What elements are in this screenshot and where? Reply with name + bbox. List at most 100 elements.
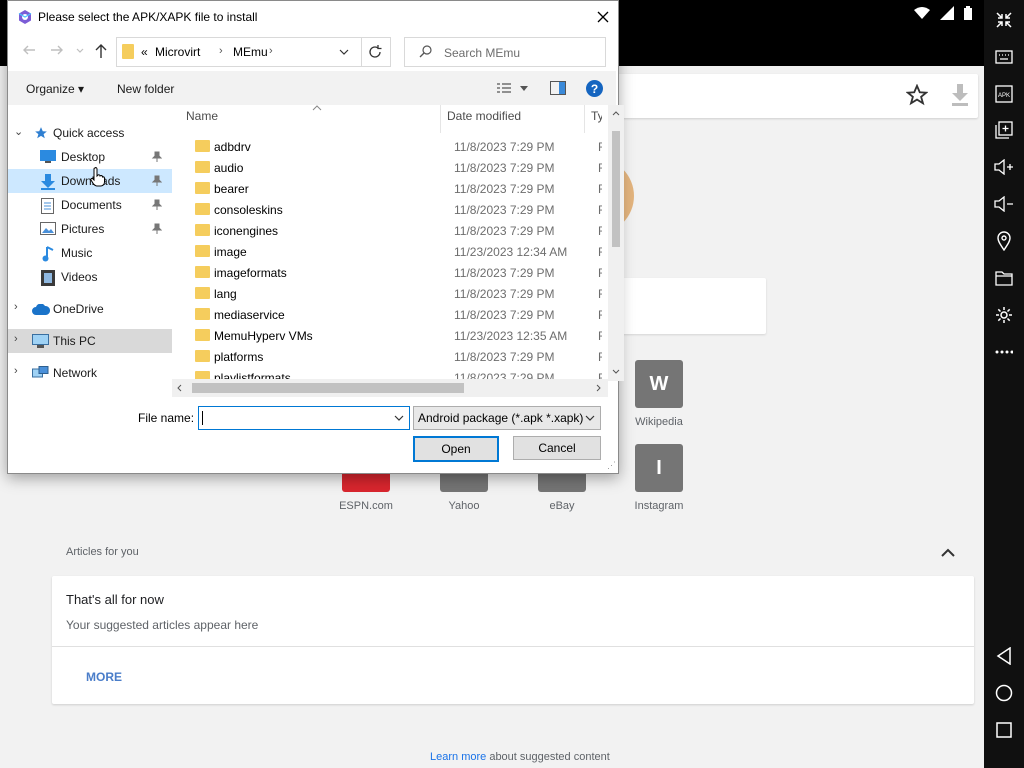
chevron-right-icon[interactable]: › bbox=[269, 45, 273, 57]
up-arrow-icon[interactable] bbox=[94, 43, 108, 59]
chevron-right-icon[interactable]: › bbox=[219, 45, 223, 57]
folder-icon[interactable] bbox=[984, 264, 1024, 292]
column-header-name[interactable]: Name bbox=[186, 109, 218, 133]
file-row[interactable]: adbdrv 11/8/2023 7:29 PM Fi bbox=[178, 136, 602, 157]
recents-icon[interactable] bbox=[984, 716, 1024, 744]
computer-icon bbox=[32, 334, 49, 348]
column-separator[interactable] bbox=[584, 105, 585, 133]
pin-icon[interactable] bbox=[151, 151, 162, 162]
pin-icon[interactable] bbox=[151, 199, 162, 210]
chevron-down-icon[interactable] bbox=[339, 49, 349, 56]
text-caret bbox=[202, 411, 203, 425]
breadcrumb-overflow[interactable]: « bbox=[141, 45, 148, 59]
file-type: Fi bbox=[598, 245, 602, 259]
nav-documents[interactable]: Documents bbox=[8, 193, 172, 217]
open-button[interactable]: Open bbox=[413, 436, 499, 462]
vertical-scrollbar[interactable] bbox=[608, 105, 624, 381]
pin-icon[interactable] bbox=[151, 223, 162, 234]
organize-button[interactable]: Organize ▾ bbox=[26, 82, 84, 96]
breadcrumb-microvirt[interactable]: Microvirt bbox=[155, 45, 200, 59]
chevron-down-icon[interactable] bbox=[394, 415, 404, 422]
back-icon[interactable] bbox=[984, 642, 1024, 670]
apk-icon[interactable]: APK bbox=[984, 80, 1024, 108]
dialog-title: Please select the APK/XAPK file to insta… bbox=[38, 10, 258, 24]
more-icon[interactable] bbox=[984, 338, 1024, 366]
settings-icon[interactable] bbox=[984, 301, 1024, 329]
chevron-down-icon[interactable] bbox=[520, 86, 528, 91]
chevron-right-icon[interactable]: › bbox=[14, 365, 18, 377]
volume-down-icon[interactable] bbox=[984, 190, 1024, 218]
file-row[interactable]: imageformats 11/8/2023 7:29 PM Fi bbox=[178, 262, 602, 283]
home-icon[interactable] bbox=[984, 679, 1024, 707]
close-button[interactable] bbox=[588, 1, 618, 33]
nav-onedrive[interactable]: › OneDrive bbox=[8, 297, 172, 321]
location-icon[interactable] bbox=[984, 227, 1024, 255]
download-icon[interactable] bbox=[950, 84, 970, 106]
chevron-right-icon[interactable]: › bbox=[14, 333, 18, 345]
column-header-date[interactable]: Date modified bbox=[447, 109, 521, 133]
scroll-up-icon[interactable] bbox=[612, 111, 620, 116]
add-window-icon[interactable] bbox=[984, 116, 1024, 144]
file-row[interactable]: mediaservice 11/8/2023 7:29 PM Fi bbox=[178, 304, 602, 325]
scroll-right-icon[interactable] bbox=[596, 384, 601, 392]
bookmark-star-icon[interactable] bbox=[906, 84, 928, 106]
file-row[interactable]: iconengines 11/8/2023 7:29 PM Fi bbox=[178, 220, 602, 241]
nav-desktop[interactable]: Desktop bbox=[8, 145, 172, 169]
column-header-type[interactable]: Ty bbox=[591, 109, 602, 133]
scrollbar-thumb[interactable] bbox=[192, 383, 464, 393]
help-icon[interactable]: ? bbox=[586, 80, 603, 97]
new-folder-button[interactable]: New folder bbox=[117, 82, 174, 96]
breadcrumb-memu[interactable]: MEmu bbox=[233, 45, 268, 59]
tile-wikipedia[interactable]: W Wikipedia bbox=[614, 360, 704, 428]
cancel-button[interactable]: Cancel bbox=[513, 436, 601, 460]
nav-network[interactable]: › Network bbox=[8, 361, 172, 385]
search-input[interactable]: Search MEmu bbox=[404, 37, 606, 67]
suggestion-card bbox=[600, 278, 766, 334]
keyboard-icon[interactable] bbox=[984, 43, 1024, 71]
address-breadcrumb[interactable]: « Microvirt › MEmu › bbox=[116, 37, 362, 67]
preview-pane-icon[interactable] bbox=[550, 81, 566, 95]
nav-label: Videos bbox=[61, 270, 98, 284]
forward-arrow-icon[interactable] bbox=[50, 43, 64, 57]
resize-grip-icon[interactable]: ⋰ bbox=[607, 460, 616, 471]
chevron-down-icon[interactable]: ⌄ bbox=[14, 125, 23, 138]
horizontal-scrollbar[interactable] bbox=[172, 379, 608, 397]
file-row[interactable]: bearer 11/8/2023 7:29 PM Fi bbox=[178, 178, 602, 199]
file-row[interactable]: lang 11/8/2023 7:29 PM Fi bbox=[178, 283, 602, 304]
scrollbar-thumb[interactable] bbox=[612, 131, 620, 247]
tile-instagram[interactable]: I Instagram bbox=[614, 444, 704, 512]
recent-locations-chevron-icon[interactable] bbox=[76, 48, 84, 54]
file-row[interactable]: audio 11/8/2023 7:29 PM Fi bbox=[178, 157, 602, 178]
more-button[interactable]: MORE bbox=[86, 670, 122, 684]
divider bbox=[52, 646, 974, 647]
dialog-titlebar[interactable]: Please select the APK/XAPK file to insta… bbox=[8, 1, 618, 33]
nav-music[interactable]: Music bbox=[8, 241, 172, 265]
nav-pictures[interactable]: Pictures bbox=[8, 217, 172, 241]
refresh-button[interactable] bbox=[360, 37, 391, 67]
learn-more-link[interactable]: Learn more bbox=[430, 751, 486, 763]
folder-icon bbox=[195, 329, 210, 341]
view-options-icon[interactable] bbox=[496, 82, 512, 94]
nav-this-pc[interactable]: › This PC bbox=[8, 329, 172, 353]
scroll-down-icon[interactable] bbox=[612, 369, 620, 374]
column-separator[interactable] bbox=[440, 105, 441, 133]
pin-icon[interactable] bbox=[151, 175, 162, 186]
chevron-right-icon[interactable]: › bbox=[14, 301, 18, 313]
volume-up-icon[interactable] bbox=[984, 153, 1024, 181]
fullscreen-icon[interactable] bbox=[984, 6, 1024, 34]
file-row[interactable]: consoleskins 11/8/2023 7:29 PM Fi bbox=[178, 199, 602, 220]
file-name-input[interactable] bbox=[198, 406, 410, 430]
scroll-left-icon[interactable] bbox=[177, 384, 182, 392]
file-row[interactable]: image 11/23/2023 12:34 AM Fi bbox=[178, 241, 602, 262]
nav-videos[interactable]: Videos bbox=[8, 265, 172, 289]
file-row[interactable]: platforms 11/8/2023 7:29 PM Fi bbox=[178, 346, 602, 367]
nav-quick-access[interactable]: ⌄ Quick access bbox=[8, 121, 172, 145]
folder-icon bbox=[195, 350, 210, 362]
nav-label: Pictures bbox=[61, 222, 105, 236]
back-arrow-icon[interactable] bbox=[22, 43, 36, 57]
chevron-up-icon[interactable] bbox=[940, 546, 956, 558]
file-row[interactable]: MemuHyperv VMs 11/23/2023 12:35 AM Fi bbox=[178, 325, 602, 346]
refresh-icon bbox=[369, 45, 382, 58]
file-type-select[interactable]: Android package (*.apk *.xapk) bbox=[413, 406, 601, 430]
wifi-icon bbox=[914, 7, 930, 19]
